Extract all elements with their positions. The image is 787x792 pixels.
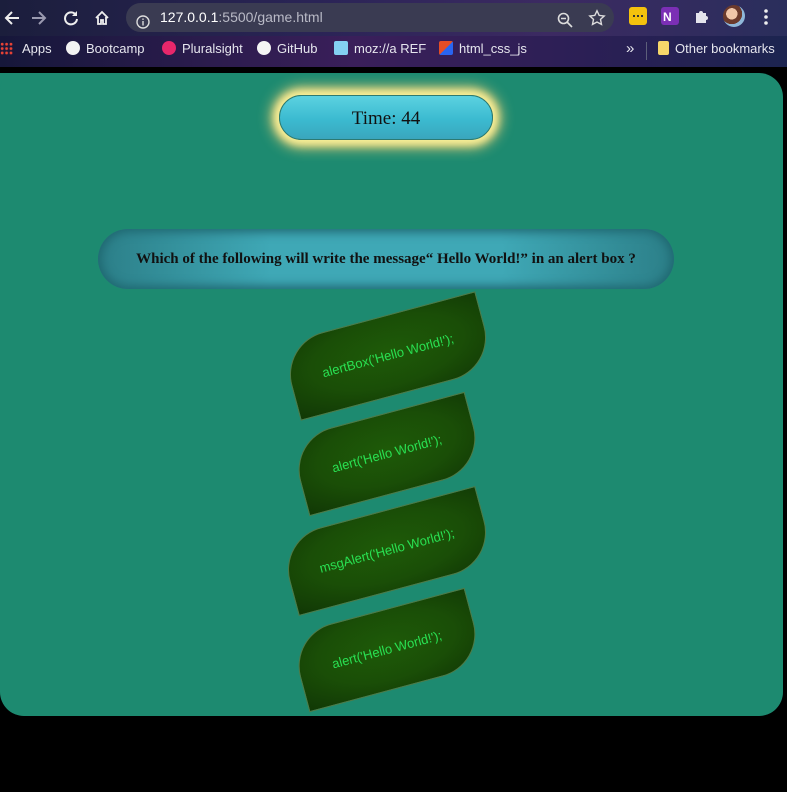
kebab-menu-icon[interactable] (760, 6, 772, 28)
bookmark-other[interactable]: Other bookmarks (658, 36, 775, 67)
bookmarks-divider (646, 42, 647, 60)
html-css-js-icon (439, 41, 453, 55)
bookmark-bootcamp[interactable]: Bootcamp (66, 36, 145, 67)
folder-icon (658, 41, 669, 55)
bookmarks-overflow-label: » (626, 40, 635, 57)
bookmark-pluralsight[interactable]: Pluralsight (162, 36, 243, 67)
bookmark-mdn[interactable]: moz://a REF (334, 36, 426, 67)
question-text: Which of the following will write the me… (98, 229, 674, 289)
site-info-icon[interactable] (136, 10, 150, 29)
globe-icon (66, 41, 80, 55)
apps-grid-icon (0, 42, 13, 55)
star-icon[interactable] (588, 8, 606, 37)
bookmark-mdn-label: moz://a REF (354, 41, 427, 56)
svg-text:N: N (663, 10, 672, 24)
bookmark-github[interactable]: GitHub (257, 36, 317, 67)
game-page: Time: 44 Which of the following will wri… (0, 73, 783, 716)
bookmarks-bar: Apps Bootcamp Pluralsight GitHub moz://a… (0, 36, 787, 67)
back-arrow-icon[interactable] (0, 6, 24, 30)
extension-icon[interactable] (629, 7, 647, 25)
bookmark-apps[interactable]: Apps (0, 36, 52, 67)
forward-arrow-icon[interactable] (27, 6, 51, 30)
github-icon (257, 41, 271, 55)
home-icon[interactable] (90, 6, 114, 30)
onenote-icon[interactable]: N (661, 7, 679, 25)
profile-avatar[interactable] (723, 5, 745, 27)
zoom-icon[interactable] (557, 9, 573, 38)
bookmark-github-label: GitHub (277, 41, 318, 56)
url-text: 127.0.0.1:5500/game.html (160, 3, 323, 32)
url-host: 127.0.0.1 (160, 9, 219, 25)
bookmark-html-css-js[interactable]: html_css_js (439, 36, 527, 67)
mdn-icon (334, 41, 348, 55)
bookmark-html-css-js-label: html_css_js (459, 41, 527, 56)
address-bar[interactable]: 127.0.0.1:5500/game.html (126, 3, 614, 32)
bookmark-apps-label: Apps (22, 41, 52, 56)
puzzle-icon[interactable] (693, 7, 711, 25)
reload-icon[interactable] (59, 6, 83, 30)
timer-display: Time: 44 (279, 95, 493, 140)
bookmarks-overflow-button[interactable]: » (626, 36, 634, 67)
bookmark-other-label: Other bookmarks (675, 41, 775, 56)
bookmark-bootcamp-label: Bootcamp (86, 41, 145, 56)
bookmark-pluralsight-label: Pluralsight (182, 41, 243, 56)
pluralsight-icon (162, 41, 176, 55)
url-path: :5500/game.html (218, 9, 323, 25)
browser-toolbar: 127.0.0.1:5500/game.html N (0, 0, 787, 36)
